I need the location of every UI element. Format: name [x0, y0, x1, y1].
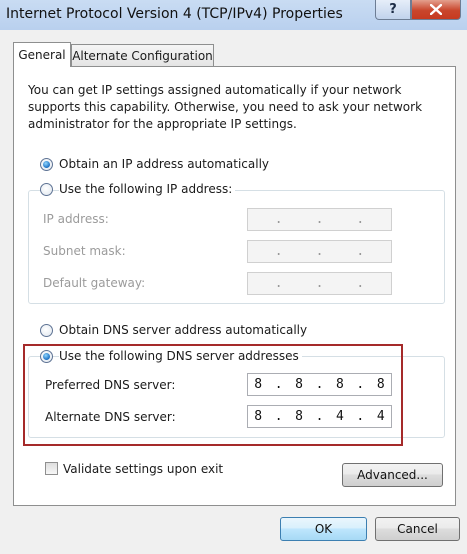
use-following-dns-label[interactable]: Use the following DNS server addresses [59, 349, 302, 363]
tab-general-label: General [18, 48, 66, 62]
obtain-dns-automatically-radio[interactable] [40, 324, 53, 337]
use-following-ip-label[interactable]: Use the following IP address: [59, 182, 236, 196]
cancel-button-label: Cancel [397, 522, 438, 536]
intro-line-3: administrator for the appropriate IP set… [28, 117, 297, 131]
help-icon: ? [389, 2, 397, 17]
cancel-button[interactable]: Cancel [375, 517, 460, 541]
use-following-ip-radio[interactable] [40, 183, 53, 196]
default-gateway-input[interactable]: ... [247, 272, 392, 295]
ok-button-label: OK [314, 522, 333, 536]
advanced-button[interactable]: Advanced... [342, 463, 443, 487]
tab-alternate-configuration-label: Alternate Configuration [72, 48, 213, 63]
preferred-dns-label: Preferred DNS server: [45, 378, 176, 392]
alternate-dns-input[interactable]: 8.8.4.4 [247, 405, 392, 428]
ok-button[interactable]: OK [280, 517, 367, 541]
subnet-mask-input[interactable]: ... [247, 240, 392, 263]
tab-alternate-configuration[interactable]: Alternate Configuration [71, 44, 214, 66]
validate-settings-checkbox[interactable] [45, 462, 58, 475]
subnet-mask-label: Subnet mask: [43, 244, 126, 258]
intro-line-2: supports this capability. Otherwise, you… [28, 100, 423, 114]
advanced-button-label: Advanced... [357, 468, 428, 482]
obtain-dns-automatically-label[interactable]: Obtain DNS server address automatically [59, 323, 307, 337]
ip-address-label: IP address: [43, 212, 109, 226]
preferred-dns-input[interactable]: 8.8.8.8 [247, 373, 392, 396]
intro-line-1: You can get IP settings assigned automat… [28, 83, 402, 97]
use-following-dns-radio[interactable] [40, 350, 53, 363]
close-icon [430, 4, 442, 15]
tab-general[interactable]: General [13, 42, 71, 67]
close-button[interactable] [411, 0, 461, 20]
help-button[interactable]: ? [375, 0, 411, 20]
obtain-ip-automatically-radio[interactable] [40, 158, 53, 171]
title-bar[interactable]: Internet Protocol Version 4 (TCP/IPv4) P… [0, 0, 467, 30]
validate-settings-label[interactable]: Validate settings upon exit [63, 462, 223, 476]
default-gateway-label: Default gateway: [43, 276, 146, 290]
obtain-ip-automatically-label[interactable]: Obtain an IP address automatically [59, 157, 269, 171]
alternate-dns-label: Alternate DNS server: [45, 410, 176, 424]
window-title: Internet Protocol Version 4 (TCP/IPv4) P… [6, 6, 343, 22]
ip-address-input[interactable]: ... [247, 208, 392, 231]
